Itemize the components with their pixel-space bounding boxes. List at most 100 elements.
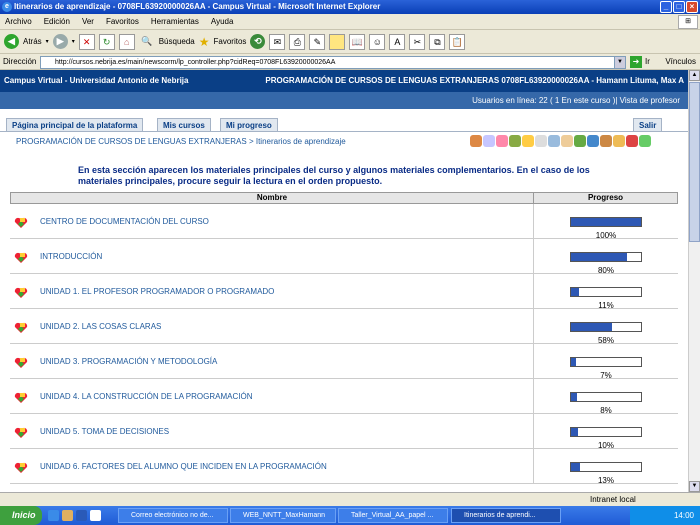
site-title[interactable]: Campus Virtual - Universidad Antonio de … xyxy=(4,76,188,85)
back-button-label[interactable]: Atrás xyxy=(23,37,42,46)
tab-my-progress[interactable]: Mi progreso xyxy=(220,118,278,132)
menu-ayuda[interactable]: Ayuda xyxy=(211,17,234,26)
tool-icon-11[interactable] xyxy=(600,135,612,147)
tool-icon-10[interactable] xyxy=(587,135,599,147)
url-dropdown-icon[interactable]: ▼ xyxy=(614,56,626,69)
learning-path-icon xyxy=(14,287,28,298)
learning-path-link[interactable]: UNIDAD 5. TOMA DE DECISIONES xyxy=(40,427,169,436)
learning-path-link[interactable]: UNIDAD 6. FACTORES DEL ALUMNO QUE INCIDE… xyxy=(40,462,327,471)
section-intro: En esta sección aparecen los materiales … xyxy=(78,165,590,186)
url-field[interactable]: http://cursos.nebrija.es/main/newscorm/l… xyxy=(40,56,620,69)
paste-icon[interactable]: 📋 xyxy=(449,33,466,50)
table-row: CENTRO DE DOCUMENTACIÓN DEL CURSO 100% xyxy=(10,204,678,240)
favorites-button-label[interactable]: Favoritos xyxy=(214,37,247,46)
search-icon[interactable]: 🔍 xyxy=(139,34,155,50)
edit-icon[interactable]: ✎ xyxy=(309,33,326,50)
close-button[interactable]: × xyxy=(686,1,698,13)
tool-icon-4[interactable] xyxy=(509,135,521,147)
refresh-icon[interactable]: ↻ xyxy=(98,33,115,50)
task-web-folder[interactable]: WEB_NNTT_MaxHamann xyxy=(230,508,336,523)
learning-path-link[interactable]: UNIDAD 1. EL PROFESOR PROGRAMADOR O PROG… xyxy=(40,287,274,296)
online-rest[interactable]: ( 1 En este curso )| Vista de profesor xyxy=(550,96,680,105)
start-button[interactable]: Inicio xyxy=(0,506,42,525)
mail-icon[interactable]: ✉ xyxy=(269,33,286,50)
tool-icon-8[interactable] xyxy=(561,135,573,147)
online-users-bar: Usuarios en línea: 22 ( 1 En este curso … xyxy=(0,92,688,109)
progress-fill xyxy=(571,463,581,471)
research-icon[interactable]: 📖 xyxy=(349,33,366,50)
quicklaunch-word-icon[interactable] xyxy=(76,510,87,521)
copy-icon[interactable]: ⧉ xyxy=(429,33,446,50)
clock[interactable]: 14:00 xyxy=(674,511,694,520)
stop-icon[interactable]: ✕ xyxy=(78,33,95,50)
menu-herramientas[interactable]: Herramientas xyxy=(151,17,199,26)
ie-logo-icon: e xyxy=(2,2,12,12)
progress-bar xyxy=(570,252,642,262)
menu-edicion[interactable]: Edición xyxy=(44,17,70,26)
forward-arrow-icon[interactable]: ▶ xyxy=(52,34,68,49)
minimize-button[interactable]: _ xyxy=(660,1,672,13)
tool-icon-12[interactable] xyxy=(613,135,625,147)
tab-home[interactable]: Página principal de la plataforma xyxy=(6,118,144,132)
tool-icon-7[interactable] xyxy=(548,135,560,147)
vertical-scrollbar[interactable]: ▲ ▼ xyxy=(688,70,700,492)
learning-path-link[interactable]: CENTRO DE DOCUMENTACIÓN DEL CURSO xyxy=(40,217,209,226)
progress-label: 13% xyxy=(597,476,614,485)
learning-path-icon xyxy=(14,427,28,438)
tool-icon-3[interactable] xyxy=(496,135,508,147)
scroll-up-icon[interactable]: ▲ xyxy=(689,70,700,81)
scroll-down-icon[interactable]: ▼ xyxy=(689,481,700,492)
folder-icon[interactable] xyxy=(329,33,346,50)
quicklaunch-desktop-icon[interactable] xyxy=(62,510,73,521)
home-icon[interactable]: ⌂ xyxy=(118,33,135,50)
header-progress: Progreso xyxy=(587,193,624,202)
tab-my-courses[interactable]: Mis cursos xyxy=(157,118,211,132)
messenger-icon[interactable]: ☺ xyxy=(369,33,386,50)
address-label: Dirección xyxy=(3,57,37,66)
menu-archivo[interactable]: Archivo xyxy=(5,17,32,26)
learning-path-icon xyxy=(14,252,28,263)
maximize-button[interactable]: □ xyxy=(673,1,685,13)
tool-icon-14[interactable] xyxy=(639,135,651,147)
learning-path-link[interactable]: INTRODUCCIÓN xyxy=(40,252,102,261)
learning-path-link[interactable]: UNIDAD 3. PROGRAMACIÓN Y METODOLOGÍA xyxy=(40,357,217,366)
links-button[interactable]: Vínculos xyxy=(665,57,696,66)
menu-ver[interactable]: Ver xyxy=(82,17,94,26)
learning-path-link[interactable]: UNIDAD 2. LAS COSAS CLARAS xyxy=(40,322,161,331)
tool-icon-2[interactable] xyxy=(483,135,495,147)
scroll-thumb[interactable] xyxy=(689,82,700,242)
tool-icon-5[interactable] xyxy=(522,135,534,147)
tool-icon-13[interactable] xyxy=(626,135,638,147)
task-mail[interactable]: Correo electrónico no de... xyxy=(118,508,228,523)
progress-fill xyxy=(571,358,576,366)
table-row: UNIDAD 5. TOMA DE DECISIONES 10% xyxy=(10,414,678,450)
window-title: Itinerarios de aprendizaje - 0708FL63920… xyxy=(14,2,381,11)
go-arrow-icon[interactable]: ➜ xyxy=(630,56,642,68)
course-tool-icons xyxy=(470,135,651,147)
tool-icon-9[interactable] xyxy=(574,135,586,147)
history-icon[interactable]: ⟲ xyxy=(250,34,266,49)
favorites-star-icon[interactable]: ★ xyxy=(199,35,210,49)
logout-tab[interactable]: Salir xyxy=(633,118,663,132)
breadcrumb-separator: > xyxy=(246,137,256,146)
back-dropdown-icon[interactable]: ▾ xyxy=(46,38,49,45)
breadcrumb-course[interactable]: PROGRAMACIÓN DE CURSOS DE LENGUAS EXTRAN… xyxy=(16,137,247,146)
quicklaunch-explorer-icon[interactable] xyxy=(90,510,101,521)
back-arrow-icon[interactable]: ◀ xyxy=(4,34,19,49)
online-count[interactable]: 22 xyxy=(539,96,548,105)
table-body: CENTRO DE DOCUMENTACIÓN DEL CURSO 100% INT… xyxy=(10,204,678,485)
search-button-label[interactable]: Búsqueda xyxy=(159,37,195,46)
translate-icon[interactable]: A xyxy=(389,33,406,50)
go-button-label[interactable]: Ir xyxy=(645,57,650,66)
tool-icon-1[interactable] xyxy=(470,135,482,147)
menu-favoritos[interactable]: Favoritos xyxy=(106,17,139,26)
table-header: Nombre Progreso xyxy=(10,192,678,204)
learning-path-link[interactable]: UNIDAD 4. LA CONSTRUCCIÓN DE LA PROGRAMA… xyxy=(40,392,252,401)
task-taller[interactable]: Taller_Virtual_AA_papel ... xyxy=(338,508,448,523)
cut-icon[interactable]: ✂ xyxy=(409,33,426,50)
print-icon[interactable]: ⎙ xyxy=(289,33,306,50)
forward-dropdown-icon[interactable]: ▾ xyxy=(72,38,75,45)
quicklaunch-ie-icon[interactable] xyxy=(48,510,59,521)
task-itinerarios[interactable]: Itinerarios de aprendi... xyxy=(451,508,561,523)
tool-icon-6[interactable] xyxy=(535,135,547,147)
